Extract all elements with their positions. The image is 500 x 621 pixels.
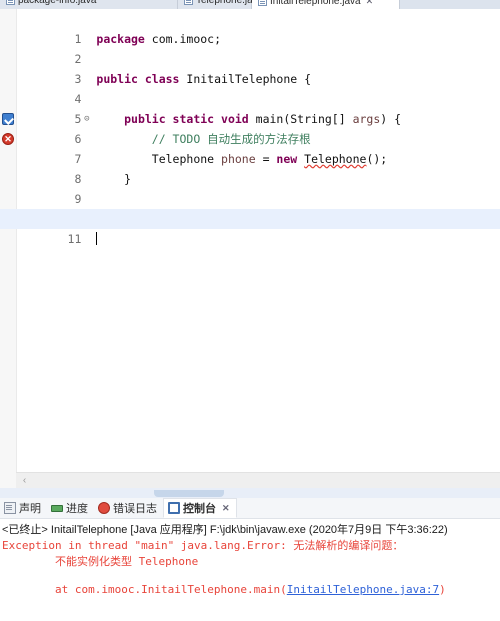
progress-icon xyxy=(51,502,63,514)
scrollbar-corner xyxy=(0,472,16,488)
stack-trace-prefix: at com.imooc.InitailTelephone.main( xyxy=(2,583,287,596)
declaration-icon xyxy=(4,502,16,514)
text-caret xyxy=(96,232,98,245)
code-line[interactable]: 8 } xyxy=(0,149,500,186)
panel-tab-error-log[interactable]: 错误日志 xyxy=(94,498,163,518)
java-file-icon xyxy=(6,0,15,5)
bottom-panel-tab-bar: 声明 进度 错误日志 控制台 ✕ xyxy=(0,498,500,519)
code-editor[interactable]: ✕ 1 package com.imooc; 2 3 public class In… xyxy=(0,9,500,472)
code-line[interactable]: 2 xyxy=(0,29,500,66)
panel-tab-declaration[interactable]: 声明 xyxy=(0,498,47,518)
console-icon xyxy=(168,502,180,514)
close-icon[interactable]: ✕ xyxy=(222,503,230,514)
eclipse-ide-window: package-info.java Telephone.java Initail… xyxy=(0,0,500,621)
editor-tab-telephone[interactable]: Telephone.java xyxy=(178,0,263,9)
java-file-icon xyxy=(184,0,193,5)
splitter-grip[interactable] xyxy=(154,490,224,497)
code-lines: 1 package com.imooc; 2 3 public class Init… xyxy=(0,9,500,456)
scroll-left-icon[interactable]: ‹ xyxy=(18,474,31,488)
panel-tab-label: 声明 xyxy=(19,503,41,515)
editor-tab-initailtelephone[interactable]: InitailTelephone.java ✕ xyxy=(252,0,399,9)
code-text xyxy=(92,229,98,249)
editor-horizontal-scrollbar[interactable]: ‹ xyxy=(16,472,500,489)
editor-tab-strip: package-info.java Telephone.java Initail… xyxy=(0,0,500,9)
console-error-line: 不能实例化类型 Telephone xyxy=(2,555,199,568)
panel-splitter[interactable] xyxy=(0,488,500,498)
panel-tab-label: 错误日志 xyxy=(113,503,157,515)
code-line[interactable]: 9 xyxy=(0,169,500,206)
console-spacer xyxy=(0,570,500,582)
code-line[interactable]: 7 Telephone phone = new Telephone(); xyxy=(0,129,500,166)
editor-tab-label: InitailTelephone.java xyxy=(270,0,361,7)
stack-trace-link[interactable]: InitailTelephone.java:7 xyxy=(287,583,439,596)
editor-tab-label: package-info.java xyxy=(18,0,97,6)
panel-tab-label: 进度 xyxy=(66,503,88,515)
stack-trace-suffix: ) xyxy=(439,583,446,596)
code-line-current[interactable]: 11 xyxy=(0,209,500,246)
error-log-icon xyxy=(98,502,110,514)
code-line[interactable]: 5 ⊝ public static void main(String[] args… xyxy=(0,89,500,126)
console-launch-header: <已终止> InitailTelephone [Java 应用程序] F:\jd… xyxy=(2,524,448,536)
console-view[interactable]: <已终止> InitailTelephone [Java 应用程序] F:\jd… xyxy=(0,519,500,621)
code-line[interactable]: 1 package com.imooc; xyxy=(0,9,500,46)
editor-tab-filler xyxy=(399,0,500,9)
code-line[interactable]: 4 xyxy=(0,69,500,106)
console-error-line: Exception in thread "main" java.lang.Err… xyxy=(2,539,404,552)
code-line[interactable]: 10} xyxy=(0,189,500,226)
panel-tab-console[interactable]: 控制台 ✕ xyxy=(163,498,237,518)
editor-tab-package-info[interactable]: package-info.java xyxy=(0,0,178,9)
panel-tab-label: 控制台 xyxy=(183,503,216,515)
code-line[interactable]: 3 public class InitailTelephone { xyxy=(0,49,500,86)
code-line[interactable]: 6 // TODO 自动生成的方法存根 xyxy=(0,109,500,146)
panel-tab-progress[interactable]: 进度 xyxy=(47,498,94,518)
line-number: 11 xyxy=(67,232,82,246)
java-file-icon xyxy=(258,0,267,6)
close-icon[interactable]: ✕ xyxy=(366,0,374,7)
console-stack-trace-line: at com.imooc.InitailTelephone.main(Inita… xyxy=(0,582,500,598)
